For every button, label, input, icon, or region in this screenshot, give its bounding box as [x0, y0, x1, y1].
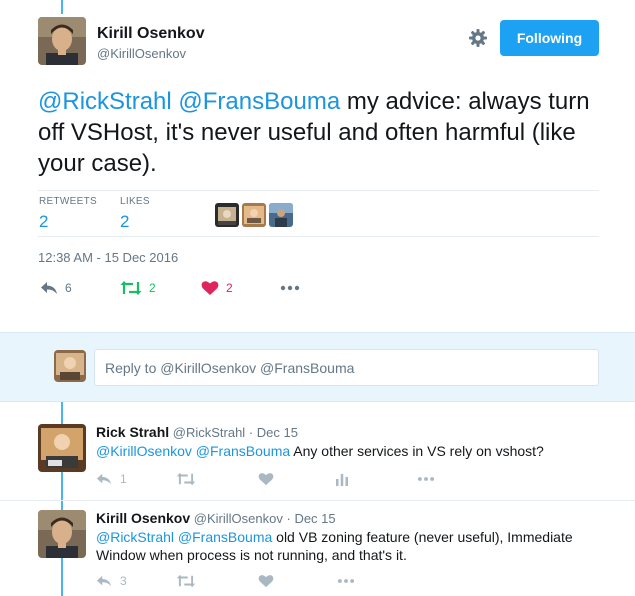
reply-icon: [96, 472, 112, 486]
reply-count: 6: [65, 281, 72, 295]
like-button[interactable]: [258, 574, 274, 588]
tweet-stats: RETWEETS 2 LIKES 2: [38, 190, 599, 237]
reply-author-name[interactable]: Kirill Osenkov: [96, 510, 190, 526]
reply-body: Any other services in VS rely on vshost?: [290, 443, 544, 459]
retweets-stat[interactable]: RETWEETS 2: [39, 196, 97, 232]
liker-avatar[interactable]: [242, 203, 266, 227]
tweet-timestamp[interactable]: 12:38 AM - 15 Dec 2016: [38, 250, 178, 265]
more-button[interactable]: [280, 280, 300, 296]
author-name[interactable]: Kirill Osenkov: [97, 25, 205, 43]
tweet-text: @RickStrahl @FransBouma my advice: alway…: [38, 86, 613, 179]
reply-author-avatar[interactable]: [38, 424, 86, 472]
reply-author-handle[interactable]: @RickStrahl: [173, 425, 245, 440]
mention-link[interactable]: @FransBouma: [178, 529, 272, 545]
more-button[interactable]: [416, 472, 436, 486]
reply-button[interactable]: 3: [96, 574, 127, 588]
reply-button[interactable]: 6: [40, 280, 72, 296]
like-count: 2: [226, 281, 233, 295]
mention-link[interactable]: @KirillOsenkov: [96, 443, 192, 459]
reply-composer: Reply to @KirillOsenkov @FransBouma: [0, 332, 635, 402]
mention-link[interactable]: @RickStrahl: [96, 529, 174, 545]
author-avatar[interactable]: [38, 17, 86, 65]
reply-actions: 3: [96, 574, 496, 592]
like-button[interactable]: 2: [201, 280, 233, 296]
reply-date[interactable]: Dec 15: [257, 425, 298, 440]
reply-author-handle[interactable]: @KirillOsenkov: [194, 511, 283, 526]
mention-link[interactable]: @RickStrahl: [38, 88, 172, 115]
retweets-label: RETWEETS: [39, 196, 97, 207]
more-icon: [416, 472, 436, 486]
retweet-icon: [176, 472, 196, 486]
likes-count: 2: [120, 212, 130, 231]
retweet-button[interactable]: [176, 574, 196, 588]
reply-count: 1: [120, 472, 127, 486]
reply-actions: 1: [96, 472, 496, 490]
retweet-icon: [176, 574, 196, 588]
reply-separator: ·: [248, 425, 254, 440]
more-icon: [336, 574, 356, 588]
liker-avatar[interactable]: [215, 203, 239, 227]
heart-icon: [201, 280, 219, 296]
mention-link[interactable]: @FransBouma: [196, 443, 290, 459]
author-handle[interactable]: @KirillOsenkov: [97, 46, 186, 61]
reply-button[interactable]: 1: [96, 472, 127, 486]
reply-count: 3: [120, 574, 127, 588]
reply-separator: ·: [286, 511, 291, 526]
reply-author-avatar[interactable]: [38, 510, 86, 558]
retweet-count: 2: [149, 281, 156, 295]
reply-header: Kirill Osenkov @KirillOsenkov · Dec 15: [96, 510, 336, 526]
reply-text: @KirillOsenkov @FransBouma Any other ser…: [96, 442, 606, 460]
heart-icon: [258, 472, 274, 486]
likes-stat[interactable]: LIKES 2: [120, 196, 150, 232]
retweets-count: 2: [39, 212, 49, 231]
gear-icon[interactable]: [468, 28, 488, 48]
retweet-icon: [120, 280, 142, 296]
more-icon: [280, 280, 300, 296]
liker-avatar[interactable]: [269, 203, 293, 227]
mention-link[interactable]: @FransBouma: [178, 88, 340, 115]
reply-input[interactable]: Reply to @KirillOsenkov @FransBouma: [94, 349, 599, 386]
retweet-button[interactable]: [176, 472, 196, 486]
reply-tweet: Rick Strahl @RickStrahl · Dec 15 @Kirill…: [0, 402, 635, 500]
reply-icon: [40, 280, 58, 296]
reply-date[interactable]: Dec 15: [294, 511, 335, 526]
reply-tweet: Kirill Osenkov @KirillOsenkov · Dec 15 @…: [0, 500, 635, 596]
heart-icon: [258, 574, 274, 588]
reply-icon: [96, 574, 112, 588]
more-button[interactable]: [336, 574, 356, 588]
analytics-icon: [335, 472, 349, 486]
likes-label: LIKES: [120, 196, 150, 207]
retweet-button[interactable]: 2: [120, 280, 156, 296]
likers-avatars: [215, 203, 293, 227]
reply-author-name[interactable]: Rick Strahl: [96, 424, 169, 440]
current-user-avatar: [54, 350, 86, 382]
following-button[interactable]: Following: [500, 20, 599, 56]
main-tweet: Kirill Osenkov @KirillOsenkov Following …: [0, 0, 635, 332]
analytics-button[interactable]: [335, 472, 349, 486]
reply-header: Rick Strahl @RickStrahl · Dec 15: [96, 424, 298, 440]
reply-text: @RickStrahl @FransBouma old VB zoning fe…: [96, 528, 606, 564]
like-button[interactable]: [258, 472, 274, 486]
